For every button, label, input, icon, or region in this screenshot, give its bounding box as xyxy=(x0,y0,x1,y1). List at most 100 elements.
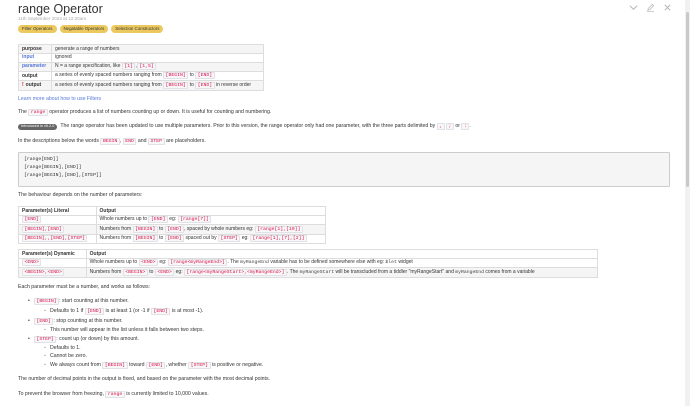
code-snippet: [END] xyxy=(195,72,215,80)
table-row: [BEGIN],,[END],[STEP] Numbers from [BEGI… xyxy=(18,233,327,245)
list-item: [END]: stop counting at this number. xyxy=(28,318,123,325)
parameter-label[interactable]: parameter xyxy=(18,61,52,72)
list-item: This number will appear in the list unle… xyxy=(44,327,204,334)
code-snippet: <BEGIN> xyxy=(122,268,148,276)
code-snippet: END xyxy=(122,138,137,145)
code-snippet: [STEP] xyxy=(188,362,211,369)
cell-text: , spaced by whole numbers eg: xyxy=(184,225,254,232)
item-text: : start counting at this number. xyxy=(59,298,129,304)
input-label[interactable]: input xyxy=(18,52,52,63)
code-snippet: [BEGIN] xyxy=(163,72,189,80)
code-snippet: [range[7]] xyxy=(177,216,212,224)
code-snippet: [STEP] xyxy=(218,235,241,243)
code-snippet: <BEGIN>,<END> xyxy=(22,268,65,276)
learn-more-link[interactable]: Learn more about how to use Filters xyxy=(18,96,101,103)
close-icon[interactable] xyxy=(663,3,672,12)
placeholder-description: In the descriptions below the words BEGI… xyxy=(18,138,206,145)
code-snippet: [BEGIN] xyxy=(132,235,158,243)
vertical-scrollbar[interactable] xyxy=(685,0,690,406)
chevron-down-icon[interactable] xyxy=(629,3,638,12)
cell-text: variable has to be defined somewhere els… xyxy=(270,259,385,266)
table-row: <END> Whole numbers up to <END> eg: [ran… xyxy=(18,257,599,269)
intro-paragraph: The range operator produces a list of nu… xyxy=(18,109,271,116)
version-note: Introduced in v5.2.0 The range operator h… xyxy=(18,123,471,130)
param-cell: [BEGIN],[END] xyxy=(18,224,97,235)
code-snippet: [range[1],[7],[2]] xyxy=(250,235,307,243)
page-subtitle: 11th September 2023 at 12:20am xyxy=(18,16,87,21)
code-snippet: [BEGIN] xyxy=(163,81,189,89)
table-row: parameter N = a range specification, lik… xyxy=(18,61,264,72)
scrollbar-thumb[interactable] xyxy=(686,12,689,187)
code-snippet: BEGIN xyxy=(100,138,120,145)
code-snippet: [range[1],[10]] xyxy=(254,225,303,233)
version-end: . xyxy=(469,123,471,129)
item-text: : count up (or down) by this amount. xyxy=(56,336,140,342)
cell-text: to xyxy=(149,268,154,275)
code-snippet: [BEGIN],[END] xyxy=(22,225,65,233)
cell-text: . The xyxy=(286,268,299,275)
code-snippet: range xyxy=(28,109,48,116)
list-item: Defaults to 1. xyxy=(44,345,80,352)
output-cell: Numbers from [BEGIN] to [END], spaced by… xyxy=(95,224,327,235)
cell-text: comes from a variable xyxy=(485,268,535,275)
tag-negatable-operators[interactable]: Negatable Operators xyxy=(59,25,109,33)
behaviour-paragraph: The behaviour depends on the number of p… xyxy=(18,192,143,198)
widget-name: $let xyxy=(385,260,397,266)
cell-text: spaced out by xyxy=(185,235,217,242)
list-item: [STEP]: count up (or down) by this amoun… xyxy=(28,336,140,343)
dynamic-parameters-table: Parameter(s) Dynamic Output <END> Whole … xyxy=(18,249,599,278)
list-item: We always count from [BEGIN] toward [END… xyxy=(44,362,263,369)
negated-output-label: ! output xyxy=(18,80,52,91)
table-row: <BEGIN>,<END> Numbers from <BEGIN> to <E… xyxy=(18,267,599,278)
syntax-code-block: [range[END]] [range[BEGIN],[END]] [range… xyxy=(18,152,670,187)
item-text: is at most -1). xyxy=(171,308,204,314)
code-snippet: [END] xyxy=(34,318,54,325)
code-snippet: <END> xyxy=(154,268,175,276)
freeze-post: is currently limited to 10,000 values. xyxy=(126,391,209,397)
code-line: [range[BEGIN],[END]] xyxy=(24,165,82,170)
item-text: is at least 1 (or -1 if xyxy=(105,308,150,314)
param-cell: <BEGIN>,<END> xyxy=(18,267,87,278)
version-badge: Introduced in v5.2.0 xyxy=(18,123,58,130)
output-cell: Numbers from <BEGIN> to <END> eg: [range… xyxy=(85,267,599,278)
code-snippet: [END] xyxy=(146,362,166,369)
code-snippet: range xyxy=(105,391,125,398)
tag-selection-constructors[interactable]: Selection Constructors xyxy=(111,25,164,33)
parameter-text: N = a range specification, like xyxy=(55,63,121,69)
list-item: Cannot be zero. xyxy=(44,353,87,360)
code-snippet: [range<myRangeEnd>] xyxy=(167,259,228,267)
output-cell: Numbers from [BEGIN] to [END] spaced out… xyxy=(95,233,327,245)
variable-name: myRangeStart xyxy=(299,269,335,275)
purpose-label: purpose xyxy=(18,44,52,54)
param-cell: [BEGIN],,[END],[STEP] xyxy=(18,233,97,245)
version-text: The range operator has been updated to u… xyxy=(60,123,436,129)
version-or: or xyxy=(455,123,460,129)
cell-text: Numbers from xyxy=(99,235,132,242)
code-snippet: ; xyxy=(446,123,454,130)
purpose-value: generate a range of numbers xyxy=(51,44,264,54)
desc-and: and xyxy=(137,138,147,144)
code-snippet: [BEGIN] xyxy=(102,362,128,369)
tag-filter-operators[interactable]: Filter Operators xyxy=(18,25,57,33)
cell-text: Whole numbers up to xyxy=(99,216,148,223)
input-value: ignored xyxy=(51,52,264,63)
code-snippet: [range<myRangeStart>,<myRangeEnd>] xyxy=(184,268,287,276)
edit-pencil-icon[interactable] xyxy=(646,3,655,12)
negated-output-text: output xyxy=(25,82,42,89)
table-row: purpose generate a range of numbers xyxy=(18,44,264,54)
negated-text: a series of evenly spaced numbers rangin… xyxy=(55,81,162,88)
cell-text: to xyxy=(159,235,164,242)
cell-text: eg: xyxy=(169,216,177,223)
param-cell: [END] xyxy=(18,214,97,226)
decimal-paragraph: The number of decimal points in the outp… xyxy=(18,376,271,382)
negated-output-value: a series of evenly spaced numbers rangin… xyxy=(51,80,264,91)
variable-name: myRangeEnd xyxy=(455,269,485,275)
column-header: Output xyxy=(85,249,599,259)
negation-mark: ! xyxy=(22,82,24,89)
code-snippet: STEP xyxy=(148,138,165,145)
code-snippet: [STEP] xyxy=(34,336,57,343)
code-snippet: <END> xyxy=(22,259,42,267)
cell-text: Numbers from xyxy=(89,268,122,275)
each-parameter-paragraph: Each parameter must be a number, and wor… xyxy=(18,284,151,290)
code-snippet: [END] xyxy=(164,225,185,233)
